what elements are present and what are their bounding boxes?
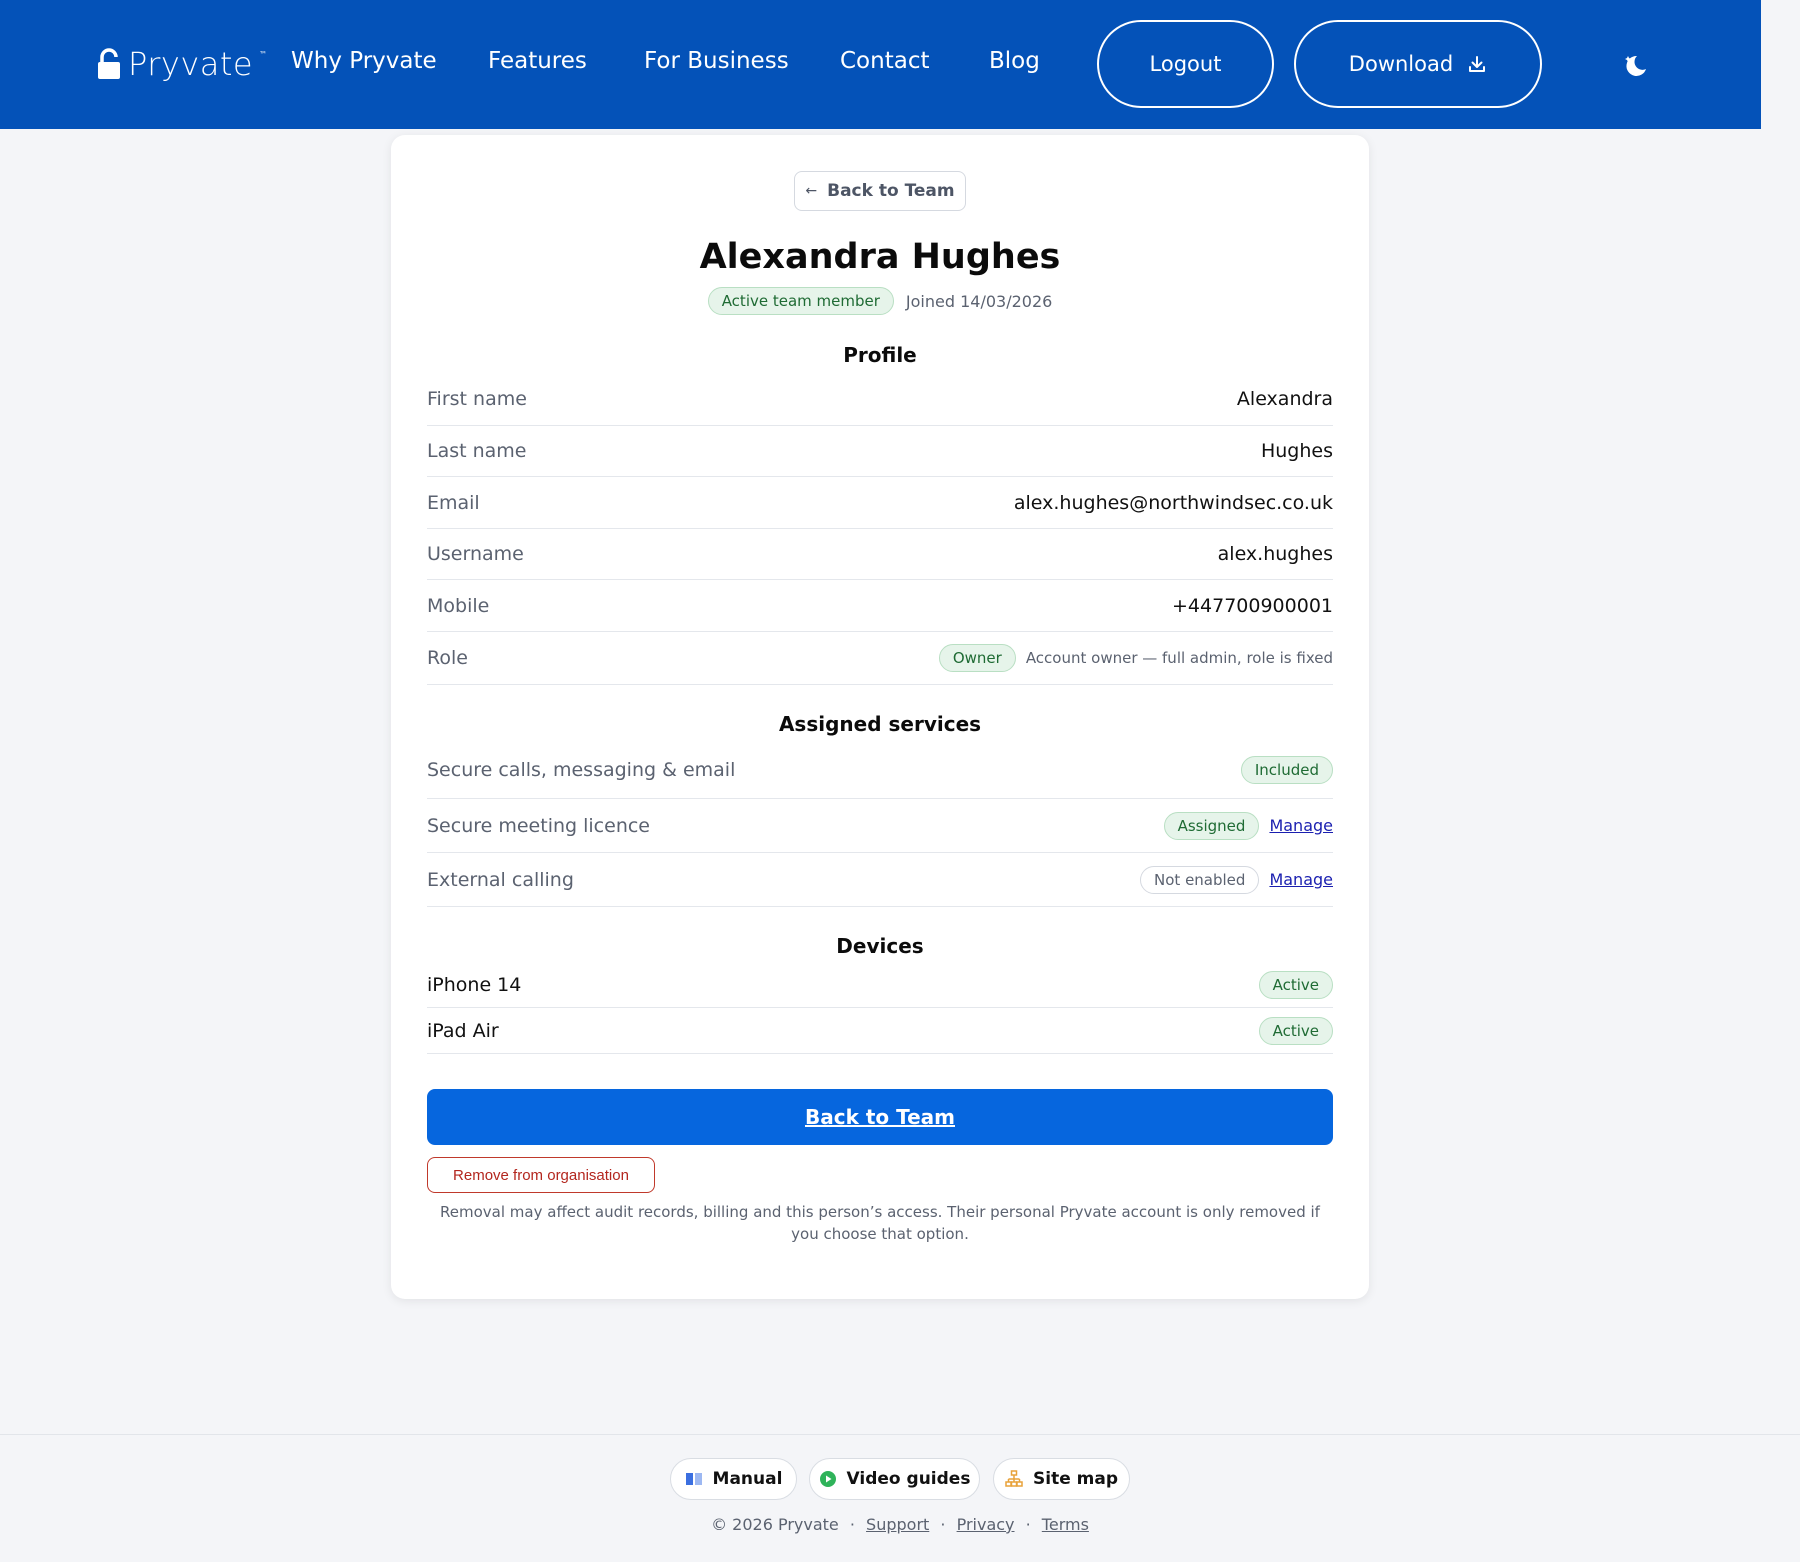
profile-row-last-name: Last name Hughes: [427, 426, 1333, 477]
service-status-badge: Included: [1240, 755, 1333, 784]
nav-contact[interactable]: Contact: [840, 48, 929, 74]
field-value: Alexandra: [1236, 388, 1333, 410]
separator-dot: ·: [940, 1515, 946, 1534]
download-icon: [1469, 56, 1486, 72]
service-status-badge: Assigned: [1163, 811, 1260, 840]
footer-divider: [0, 1434, 1800, 1435]
profile-heading: Profile: [843, 343, 917, 367]
role-note: Account owner — full admin, role is fixe…: [1025, 649, 1333, 667]
service-row-external-calling: External calling Not enabled Manage: [427, 853, 1333, 907]
manage-meeting-licence-link[interactable]: Manage: [1269, 816, 1333, 835]
profile-row-username: Username alex.hughes: [427, 529, 1333, 580]
service-label: External calling: [427, 868, 574, 891]
field-label: First name: [427, 388, 527, 410]
device-row: iPhone 14 Active: [427, 962, 1333, 1008]
nav-blog[interactable]: Blog: [989, 48, 1040, 74]
brand-name: Pryvate: [128, 45, 254, 83]
top-navigation-bar: Pryvate ™ Why Pryvate Features For Busine…: [0, 0, 1761, 129]
status-badge: Active team member: [707, 287, 894, 315]
field-label: Username: [427, 543, 524, 565]
dark-mode-toggle-icon[interactable]: [1622, 52, 1648, 78]
manage-external-calling-link[interactable]: Manage: [1269, 870, 1333, 889]
service-label: Secure meeting licence: [427, 814, 650, 837]
trademark-mark: ™: [259, 49, 268, 59]
back-to-team-label: Back to Team: [827, 181, 955, 201]
separator-dot: ·: [1025, 1515, 1031, 1534]
support-link[interactable]: Support: [866, 1515, 929, 1534]
arrow-left-icon: ←: [805, 183, 818, 199]
back-to-team-button[interactable]: Back to Team: [427, 1089, 1333, 1145]
devices-heading: Devices: [836, 934, 924, 958]
book-icon: [685, 1473, 702, 1485]
device-name: iPad Air: [427, 1019, 499, 1042]
service-row-meeting-licence: Secure meeting licence Assigned Manage: [427, 799, 1333, 853]
service-status-badge: Not enabled: [1140, 865, 1260, 894]
terms-link[interactable]: Terms: [1042, 1515, 1089, 1534]
manual-label: Manual: [712, 1469, 783, 1489]
field-value: Hughes: [1260, 440, 1333, 462]
profile-row-role: Role Owner Account owner — full admin, r…: [427, 632, 1333, 685]
field-label: Mobile: [427, 594, 490, 617]
play-icon: [819, 1471, 836, 1487]
field-value: alex.hughes@northwindsec.co.uk: [1013, 491, 1333, 514]
site-map-icon: [1005, 1470, 1023, 1487]
profile-row-first-name: First name Alexandra: [427, 373, 1333, 426]
site-map-label: Site map: [1033, 1469, 1118, 1489]
nav-for-business[interactable]: For Business: [644, 48, 789, 74]
assigned-services-heading: Assigned services: [778, 712, 982, 736]
site-map-button[interactable]: Site map: [993, 1458, 1130, 1500]
profile-row-email: Email alex.hughes@northwindsec.co.uk: [427, 477, 1333, 529]
nav-features[interactable]: Features: [488, 48, 587, 74]
manual-button[interactable]: Manual: [670, 1458, 797, 1500]
remove-from-organisation-button[interactable]: Remove from organisation: [427, 1157, 655, 1193]
device-name: iPhone 14: [427, 973, 522, 996]
member-status-line: Active team member Joined 14/03/2026: [391, 287, 1369, 315]
service-row-secure-calls: Secure calls, messaging & email Included: [427, 741, 1333, 799]
back-to-team-link[interactable]: ← Back to Team: [794, 171, 966, 211]
member-detail-card: ← Back to Team Alexandra Hughes Active t…: [391, 135, 1369, 1299]
service-label: Secure calls, messaging & email: [427, 758, 736, 781]
field-value: alex.hughes: [1217, 543, 1333, 565]
field-label: Email: [427, 491, 480, 514]
privacy-link[interactable]: Privacy: [957, 1515, 1015, 1534]
device-status-badge: Active: [1258, 1016, 1333, 1045]
copyright-text: © 2026 Pryvate: [711, 1515, 839, 1534]
profile-row-mobile: Mobile +447700900001: [427, 580, 1333, 632]
role-badge: Owner: [938, 644, 1016, 672]
lock-icon: [98, 48, 120, 79]
separator-dot: ·: [849, 1515, 855, 1534]
nav-why-pryvate[interactable]: Why Pryvate: [291, 48, 437, 74]
logout-label: Logout: [1149, 52, 1222, 76]
field-label: Last name: [427, 440, 527, 462]
download-button[interactable]: Download: [1294, 20, 1542, 108]
logout-button[interactable]: Logout: [1097, 20, 1274, 108]
removal-warning-text: Removal may affect audit records, billin…: [440, 1203, 1320, 1243]
brand-logo[interactable]: Pryvate ™: [96, 44, 267, 84]
member-name: Alexandra Hughes: [699, 237, 1061, 277]
field-label: Role: [427, 647, 468, 669]
video-guides-label: Video guides: [846, 1469, 971, 1489]
device-status-badge: Active: [1258, 970, 1333, 999]
video-guides-button[interactable]: Video guides: [809, 1458, 980, 1500]
field-value: +447700900001: [1172, 594, 1333, 617]
footer-legal-line: © 2026 Pryvate · Support · Privacy · Ter…: [0, 1515, 1800, 1534]
joined-date: Joined 14/03/2026: [905, 291, 1053, 311]
download-label: Download: [1348, 52, 1454, 76]
device-row: iPad Air Active: [427, 1008, 1333, 1054]
